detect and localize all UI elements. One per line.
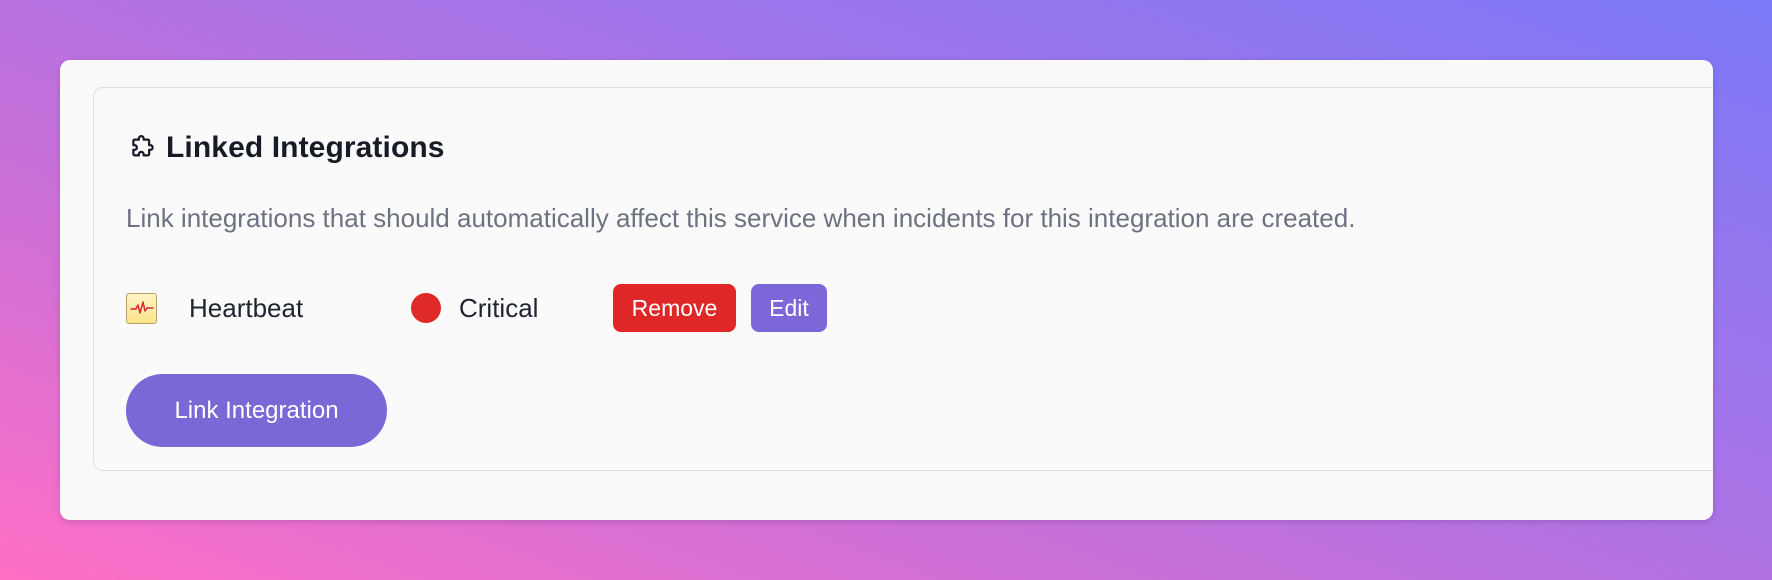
integration-name: Heartbeat bbox=[189, 292, 304, 323]
link-integration-button[interactable]: Link Integration bbox=[126, 374, 387, 447]
integration-row: Heartbeat Critical Remove Edit bbox=[126, 284, 827, 332]
puzzle-icon bbox=[126, 133, 156, 163]
severity-label: Critical bbox=[459, 292, 539, 323]
panel-header: Linked Integrations bbox=[126, 130, 445, 166]
severity-indicator bbox=[411, 293, 441, 323]
remove-button[interactable]: Remove bbox=[613, 284, 736, 332]
heartbeat-icon bbox=[126, 292, 157, 324]
linked-integrations-panel: Linked Integrations Link integrations th… bbox=[93, 87, 1713, 471]
panel-description: Link integrations that should automatica… bbox=[126, 203, 1356, 233]
panel-title: Linked Integrations bbox=[166, 131, 445, 164]
integrations-card: Linked Integrations Link integrations th… bbox=[60, 60, 1713, 520]
edit-button[interactable]: Edit bbox=[751, 284, 827, 332]
